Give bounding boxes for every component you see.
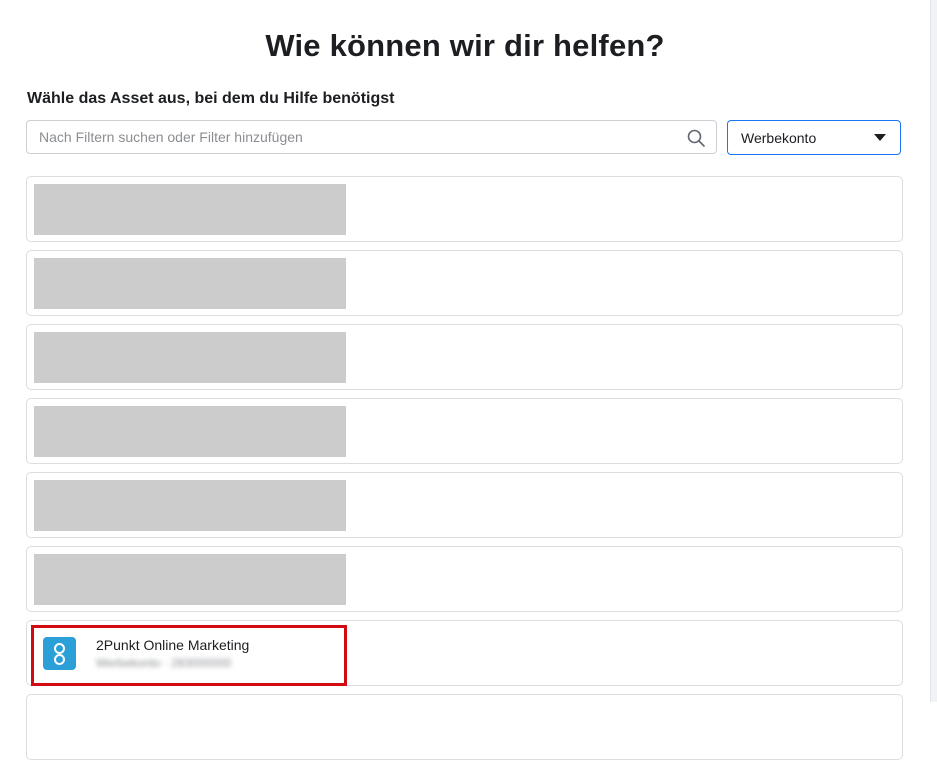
search-input[interactable] bbox=[39, 121, 679, 153]
asset-avatar-icon bbox=[43, 637, 76, 670]
asset-row[interactable] bbox=[26, 472, 903, 538]
asset-row[interactable] bbox=[26, 324, 903, 390]
search-field[interactable] bbox=[26, 120, 717, 154]
avatar-ring-bottom bbox=[54, 654, 65, 665]
caret-down-icon bbox=[874, 134, 886, 141]
redacted-block bbox=[34, 480, 346, 531]
asset-type-select[interactable]: Werbekonto bbox=[727, 120, 901, 155]
asset-row[interactable] bbox=[26, 398, 903, 464]
avatar-ring-top bbox=[54, 643, 65, 654]
redacted-block bbox=[34, 332, 346, 383]
search-icon[interactable] bbox=[686, 128, 706, 148]
redacted-block bbox=[34, 554, 346, 605]
asset-row[interactable] bbox=[26, 250, 903, 316]
redacted-block bbox=[34, 406, 346, 457]
redacted-block bbox=[34, 258, 346, 309]
redacted-block bbox=[34, 184, 346, 235]
asset-row[interactable] bbox=[26, 546, 903, 612]
page-title: Wie können wir dir helfen? bbox=[265, 28, 665, 63]
asset-row[interactable] bbox=[26, 694, 903, 760]
asset-row-2punkt-online-marketing[interactable]: 2Punkt Online Marketing Werbekonto · 283… bbox=[26, 620, 903, 686]
asset-row[interactable] bbox=[26, 176, 903, 242]
asset-name: 2Punkt Online Marketing bbox=[96, 637, 250, 653]
section-label: Wähle das Asset aus, bei dem du Hilfe be… bbox=[27, 90, 395, 107]
scrollbar-track[interactable] bbox=[930, 0, 937, 702]
asset-subtitle: Werbekonto · 283000000 bbox=[96, 656, 232, 670]
asset-type-value: Werbekonto bbox=[741, 130, 817, 146]
